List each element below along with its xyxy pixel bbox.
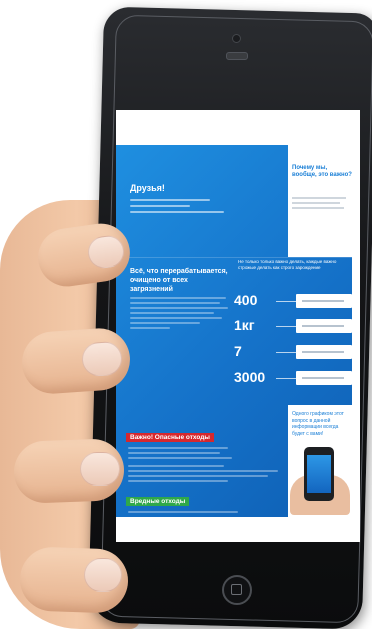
- stat-caption: [296, 345, 352, 359]
- stat-caption: [296, 294, 352, 308]
- text-line: [128, 465, 224, 467]
- side-card-top: Почему мы, вообще, это важно?: [288, 145, 352, 257]
- stat-value: 400: [234, 292, 258, 308]
- stat-value: 1кг: [234, 317, 255, 333]
- text-line: [130, 302, 220, 304]
- stat-value: 7: [234, 343, 242, 359]
- text-line: [128, 452, 220, 454]
- fingernail: [80, 452, 120, 486]
- stat-connector: [276, 352, 296, 353]
- text-line: [128, 470, 278, 472]
- text-line: [130, 297, 226, 299]
- text-line: [130, 199, 210, 201]
- phone-screen[interactable]: Друзья! Почему мы, вообще, это важно? Вс…: [116, 110, 360, 542]
- divider: [116, 257, 352, 258]
- hazardous-waste-label: Важно! Опасные отходы: [126, 433, 214, 442]
- text-line: [128, 480, 228, 482]
- text-line: [130, 317, 222, 319]
- stat-connector: [276, 378, 296, 379]
- stat-value: 3000: [234, 369, 266, 385]
- side-question: Почему мы, вообще, это важно?: [292, 165, 352, 178]
- bottom-question: Одного графиком этот вопрос в данной инф…: [292, 411, 344, 437]
- stat-caption: [296, 319, 352, 333]
- harmful-waste-label: Вредные отходы: [126, 497, 190, 506]
- side-card-bottom: Одного графиком этот вопрос в данной инф…: [288, 405, 352, 517]
- text-line: [292, 197, 346, 199]
- friends-title: Друзья!: [130, 183, 165, 193]
- text-line: [130, 322, 200, 324]
- stat-caption: [296, 371, 352, 385]
- text-line: [292, 207, 344, 209]
- text-line: [128, 457, 232, 459]
- camera-icon: [232, 34, 241, 43]
- stat-connector: [276, 326, 296, 327]
- main-heading: Всё, что перерабатывается, очищено от вс…: [130, 268, 228, 293]
- text-line: [128, 475, 268, 477]
- stats-intro: Не только только важно делать, каждые ва…: [238, 259, 337, 270]
- fingernail: [84, 558, 122, 592]
- text-line: [292, 202, 340, 204]
- text-line: [130, 205, 190, 207]
- speaker-icon: [226, 52, 248, 60]
- home-button-icon[interactable]: [222, 575, 252, 605]
- text-line: [130, 327, 170, 329]
- infographic-page: Друзья! Почему мы, вообще, это важно? Вс…: [116, 145, 352, 517]
- stat-connector: [276, 301, 296, 302]
- text-line: [130, 312, 214, 314]
- text-line: [128, 511, 238, 513]
- mini-phone-image: [304, 447, 334, 501]
- text-line: [130, 307, 228, 309]
- text-line: [130, 211, 224, 213]
- text-line: [128, 447, 228, 449]
